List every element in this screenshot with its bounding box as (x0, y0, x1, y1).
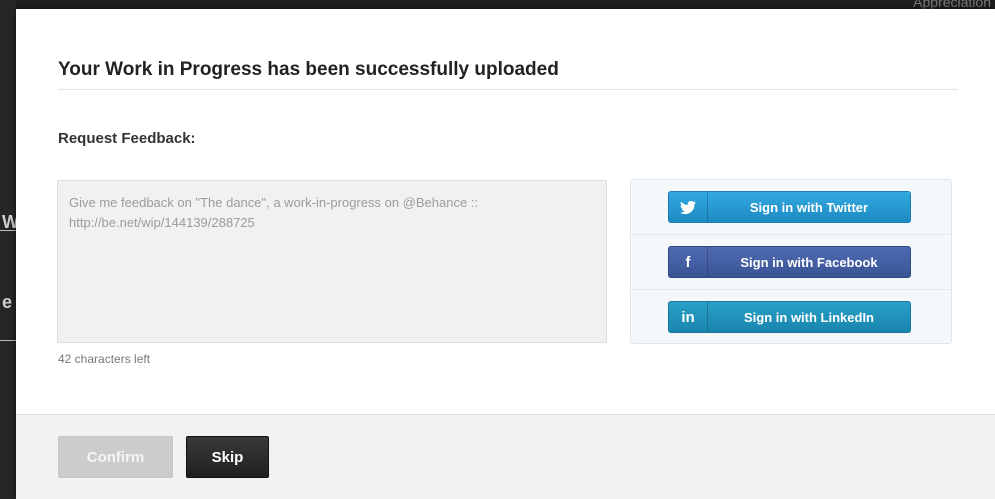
modal-title: Your Work in Progress has been successfu… (58, 59, 559, 80)
social-row-twitter: Sign in with Twitter (631, 180, 951, 235)
skip-button[interactable]: Skip (186, 436, 269, 478)
confirm-button[interactable]: Confirm (58, 436, 173, 478)
linkedin-signin-label: Sign in with LinkedIn (744, 309, 874, 325)
social-row-linkedin: in Sign in with LinkedIn (631, 290, 951, 344)
facebook-icon: f (669, 247, 708, 277)
twitter-signin-label: Sign in with Twitter (749, 199, 869, 215)
facebook-signin-button[interactable]: f Sign in with Facebook (668, 246, 911, 278)
backdrop-divider (0, 340, 16, 341)
backdrop-char: e (2, 292, 13, 312)
upload-success-modal: Your Work in Progress has been successfu… (16, 9, 995, 499)
facebook-signin-label: Sign in with Facebook (740, 254, 878, 270)
feedback-message-input[interactable]: Give me feedback on "The dance", a work-… (57, 180, 607, 343)
twitter-signin-button[interactable]: Sign in with Twitter (668, 191, 911, 223)
backdrop-divider (0, 230, 16, 231)
social-row-facebook: f Sign in with Facebook (631, 235, 951, 290)
backdrop-left-strip: W e (0, 0, 19, 499)
linkedin-signin-button[interactable]: in Sign in with LinkedIn (668, 301, 911, 333)
character-counter: 42 characters left (58, 352, 151, 366)
social-signin-panel: Sign in with Twitter f Sign in with Face… (630, 179, 952, 344)
modal-footer: Confirm Skip (16, 414, 995, 499)
title-divider (58, 89, 958, 90)
twitter-icon (669, 192, 708, 222)
linkedin-icon: in (669, 302, 708, 332)
request-feedback-label: Request Feedback: (58, 130, 196, 147)
